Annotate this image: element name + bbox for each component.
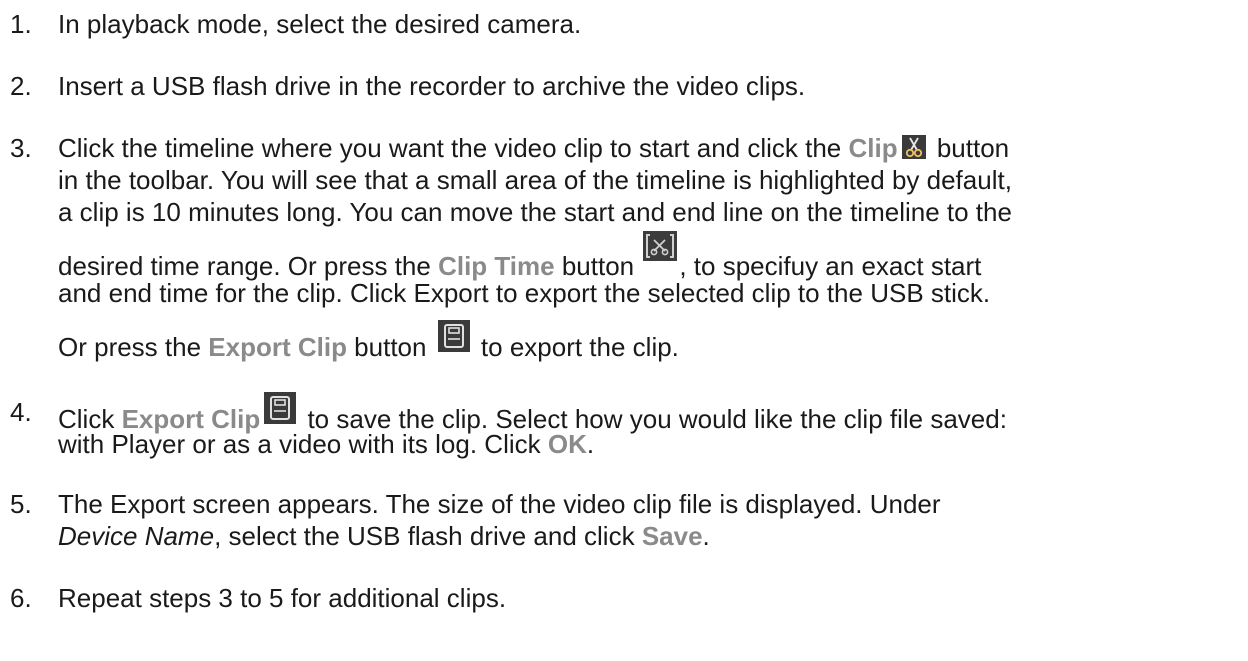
step-text: . bbox=[586, 429, 595, 459]
step-text: Insert a USB flash drive in the recorder… bbox=[58, 71, 806, 101]
step-text: to export the clip. bbox=[473, 332, 679, 362]
step-number: 5. bbox=[10, 489, 32, 519]
clip-label: Clip bbox=[848, 133, 898, 163]
save-label: Save bbox=[641, 521, 703, 551]
step-text: Repeat steps 3 to 5 for additional clips… bbox=[58, 583, 507, 613]
step-text: a clip is 10 minutes long. You can move … bbox=[58, 197, 1012, 227]
step-text: with Player or as a video with its log. … bbox=[58, 429, 548, 459]
step-text: and end time for the clip. Click Export … bbox=[58, 278, 991, 308]
device-name-term: Device Name bbox=[58, 521, 215, 551]
step-text: button bbox=[346, 332, 434, 362]
ok-label: OK bbox=[547, 429, 587, 459]
step-text: The Export screen appears. The size of t… bbox=[58, 489, 941, 519]
save-floppy-icon bbox=[437, 320, 470, 352]
step-text: in the toolbar. You will see that a smal… bbox=[58, 165, 1012, 195]
step-text: . bbox=[702, 521, 710, 551]
clip-time-scissors-bracket-icon bbox=[643, 231, 678, 261]
step-text: In playback mode, select the desired cam… bbox=[58, 9, 582, 39]
save-floppy-icon bbox=[264, 392, 297, 424]
step-number: 2. bbox=[10, 71, 32, 101]
step-text: , select the USB flash drive and click bbox=[214, 521, 642, 551]
export-clip-label: Export Clip bbox=[208, 332, 347, 362]
scissors-icon bbox=[901, 135, 926, 159]
step-text: Click the timeline where you want the vi… bbox=[58, 133, 849, 163]
step-number: 4. bbox=[10, 397, 32, 427]
step-number: 1. bbox=[10, 9, 32, 39]
step-number: 3. bbox=[10, 133, 32, 163]
step-number: 6. bbox=[10, 583, 32, 613]
step-text: button bbox=[929, 133, 1010, 163]
step-text: Or press the bbox=[58, 332, 209, 362]
